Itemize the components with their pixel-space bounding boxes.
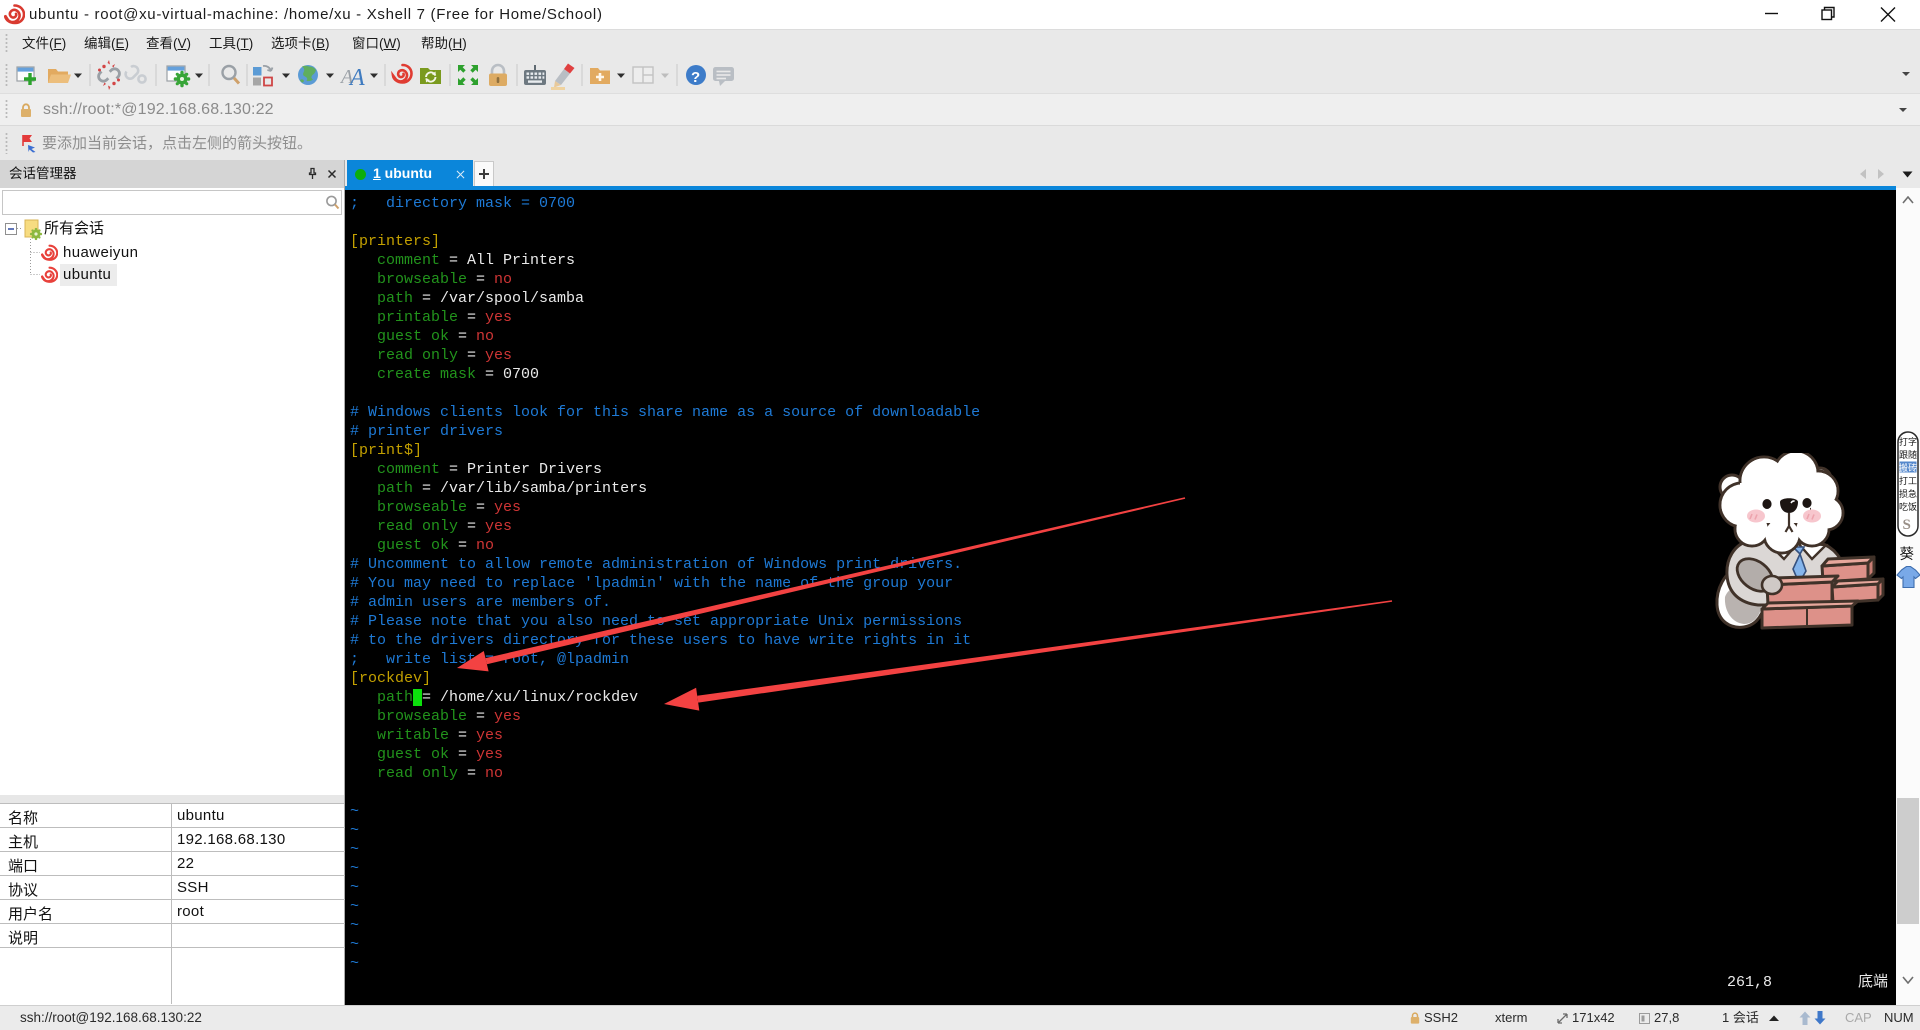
svg-text:跟随: 跟随 xyxy=(1899,449,1917,460)
svg-text:打字: 打字 xyxy=(1899,436,1917,447)
svg-text:S: S xyxy=(1903,517,1911,533)
svg-text:葵: 葵 xyxy=(1900,546,1915,563)
svg-text:A: A xyxy=(348,65,365,91)
svg-text:损急: 损急 xyxy=(1899,488,1917,499)
svg-text:吃饭: 吃饭 xyxy=(1899,501,1917,512)
svg-text:?: ? xyxy=(691,69,700,86)
svg-text:打工: 打工 xyxy=(1899,475,1917,486)
svg-text:搬砖: 搬砖 xyxy=(1899,462,1917,473)
